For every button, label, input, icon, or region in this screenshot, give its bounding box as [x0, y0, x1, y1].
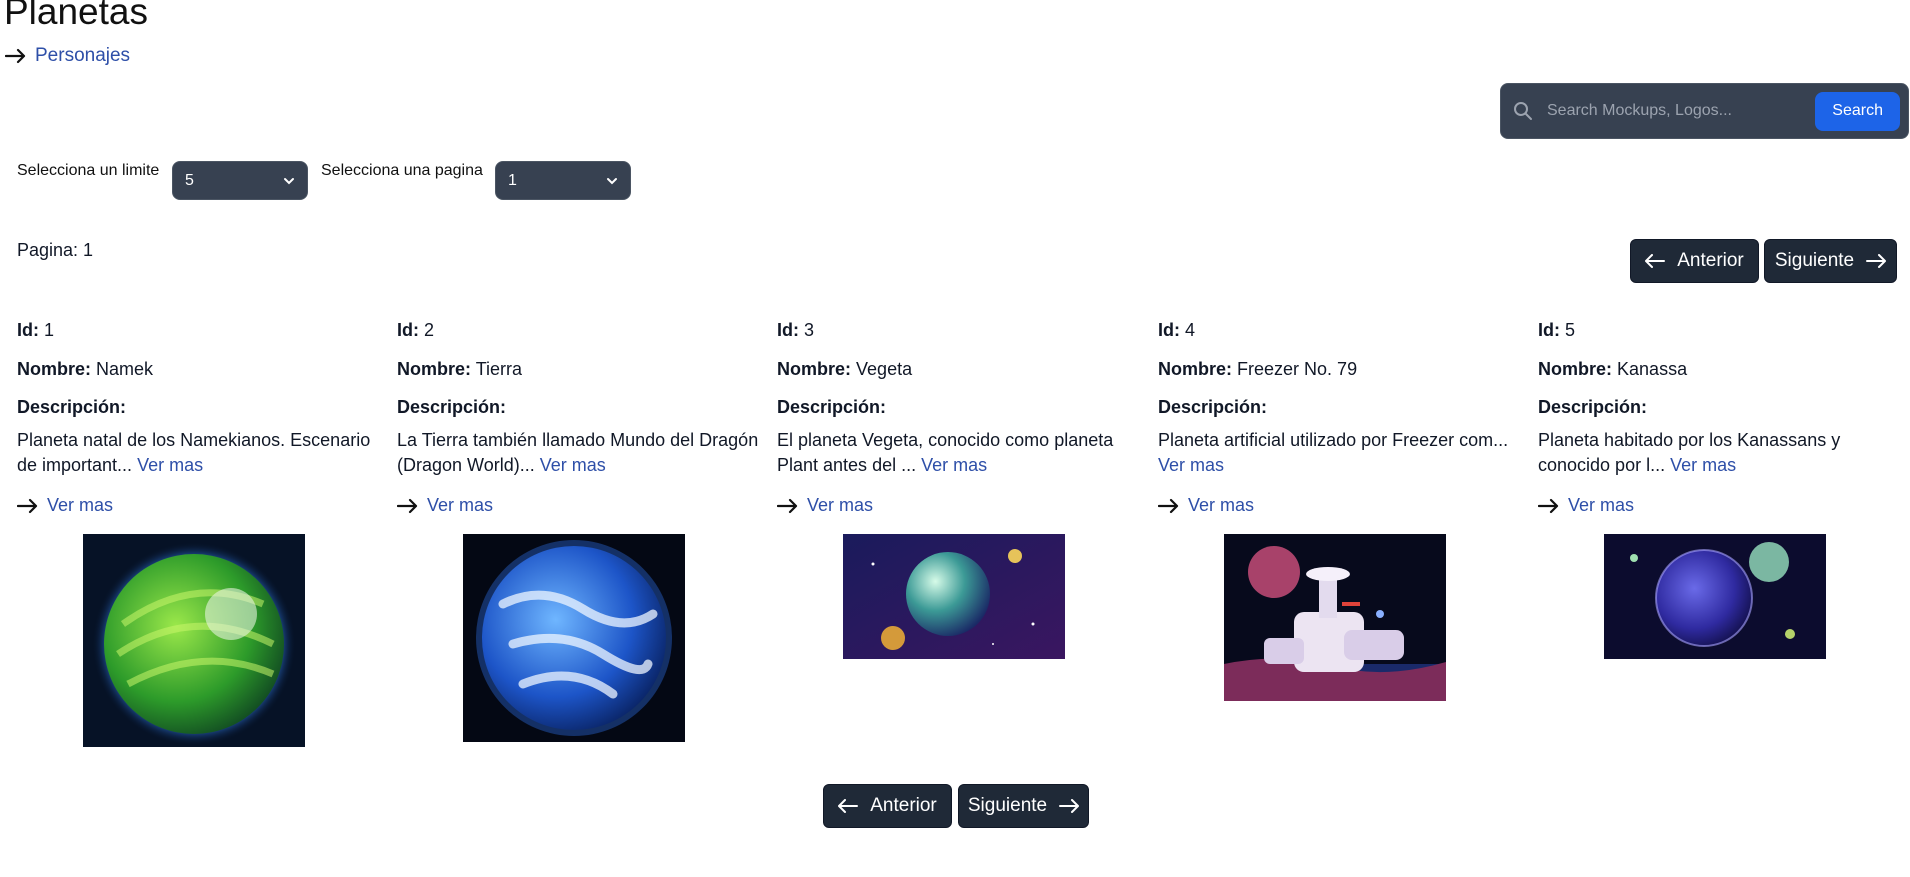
ver-mas-row: Ver mas: [1158, 493, 1254, 518]
description-label: Descripción:: [777, 397, 887, 417]
arrow-right-icon: [777, 498, 798, 513]
limit-select[interactable]: 5: [172, 161, 308, 200]
arrow-right-icon: [17, 498, 38, 513]
arrow-left-icon: [1645, 254, 1666, 268]
ver-mas-row: Ver mas: [777, 493, 873, 518]
page-select-value: 1: [508, 171, 517, 189]
search-icon: [1514, 102, 1532, 120]
arrow-right-icon: [1158, 498, 1179, 513]
next-label: Siguiente: [967, 795, 1048, 816]
planet-id: Id: 2: [397, 320, 435, 340]
ver-mas-inline-link[interactable]: Ver mas: [137, 455, 203, 475]
prev-label: Anterior: [870, 795, 937, 816]
earth-planet-image: [463, 534, 685, 742]
arrow-right-icon: [5, 48, 26, 64]
vegeta-planet-image: [843, 534, 1065, 659]
ver-mas-link[interactable]: Ver mas: [47, 493, 113, 518]
planet-id: Id: 3: [777, 320, 815, 340]
next-button-top[interactable]: Siguiente: [1764, 239, 1897, 283]
arrow-left-icon: [838, 799, 859, 813]
ver-mas-link[interactable]: Ver mas: [807, 493, 873, 518]
planet-id: Id: 5: [1538, 320, 1576, 340]
search-bar: Search: [1500, 83, 1909, 139]
planet-description: Planeta artificial utilizado por Freezer…: [1158, 430, 1509, 476]
prev-button-bottom[interactable]: Anterior: [823, 784, 952, 828]
ver-mas-row: Ver mas: [1538, 493, 1634, 518]
ver-mas-inline-link[interactable]: Ver mas: [921, 455, 987, 475]
ver-mas-link[interactable]: Ver mas: [1188, 493, 1254, 518]
prev-label: Anterior: [1677, 250, 1744, 271]
ver-mas-inline-link[interactable]: Ver mas: [540, 455, 606, 475]
planet-name: Nombre: Vegeta: [777, 359, 913, 379]
ver-mas-link[interactable]: Ver mas: [427, 493, 493, 518]
arrow-right-icon: [397, 498, 418, 513]
search-button[interactable]: Search: [1815, 91, 1900, 131]
arrow-right-icon: [1059, 799, 1080, 813]
arrow-right-icon: [1538, 498, 1559, 513]
arrow-right-icon: [1866, 254, 1887, 268]
ver-mas-row: Ver mas: [17, 493, 113, 518]
limit-label: Selecciona un limite: [17, 162, 160, 179]
planet-name: Nombre: Namek: [17, 359, 154, 379]
nav-personajes: Personajes: [5, 45, 130, 67]
page-select[interactable]: 1: [495, 161, 631, 200]
description-label: Descripción:: [1158, 397, 1268, 417]
page-select-label: Selecciona una pagina: [321, 162, 483, 179]
space-station-image: [1224, 534, 1446, 701]
description-label: Descripción:: [1538, 397, 1648, 417]
planet-description: Planeta natal de los Namekianos. Escenar…: [17, 430, 371, 476]
page-title: Planetas: [4, 0, 148, 32]
green-planet-image: [83, 534, 305, 747]
personajes-link[interactable]: Personajes: [35, 45, 130, 67]
search-input[interactable]: [1545, 101, 1816, 121]
ver-mas-inline-link[interactable]: Ver mas: [1670, 455, 1736, 475]
planet-name: Nombre: Kanassa: [1538, 359, 1688, 379]
limit-select-value: 5: [185, 171, 194, 189]
next-button-bottom[interactable]: Siguiente: [958, 784, 1089, 828]
next-label: Siguiente: [1774, 250, 1855, 271]
ver-mas-link[interactable]: Ver mas: [1568, 493, 1634, 518]
planet-description: La Tierra también llamado Mundo del Drag…: [397, 430, 759, 476]
ver-mas-inline-link[interactable]: Ver mas: [1158, 455, 1224, 475]
description-label: Descripción:: [397, 397, 507, 417]
ver-mas-row: Ver mas: [397, 493, 493, 518]
description-label: Descripción:: [17, 397, 127, 417]
kanassa-planet-image: [1604, 534, 1826, 659]
chevron-down-icon: [607, 177, 617, 184]
planet-id: Id: 4: [1158, 320, 1196, 340]
page-indicator: Pagina: 1: [17, 240, 94, 260]
prev-button-top[interactable]: Anterior: [1630, 239, 1759, 283]
planet-description: El planeta Vegeta, conocido como planeta…: [777, 430, 1114, 476]
planet-name: Nombre: Freezer No. 79: [1158, 359, 1358, 379]
planet-description: Planeta habitado por los Kanassans y con…: [1538, 430, 1841, 476]
chevron-down-icon: [284, 177, 294, 184]
planet-id: Id: 1: [17, 320, 55, 340]
planet-name: Nombre: Tierra: [397, 359, 523, 379]
